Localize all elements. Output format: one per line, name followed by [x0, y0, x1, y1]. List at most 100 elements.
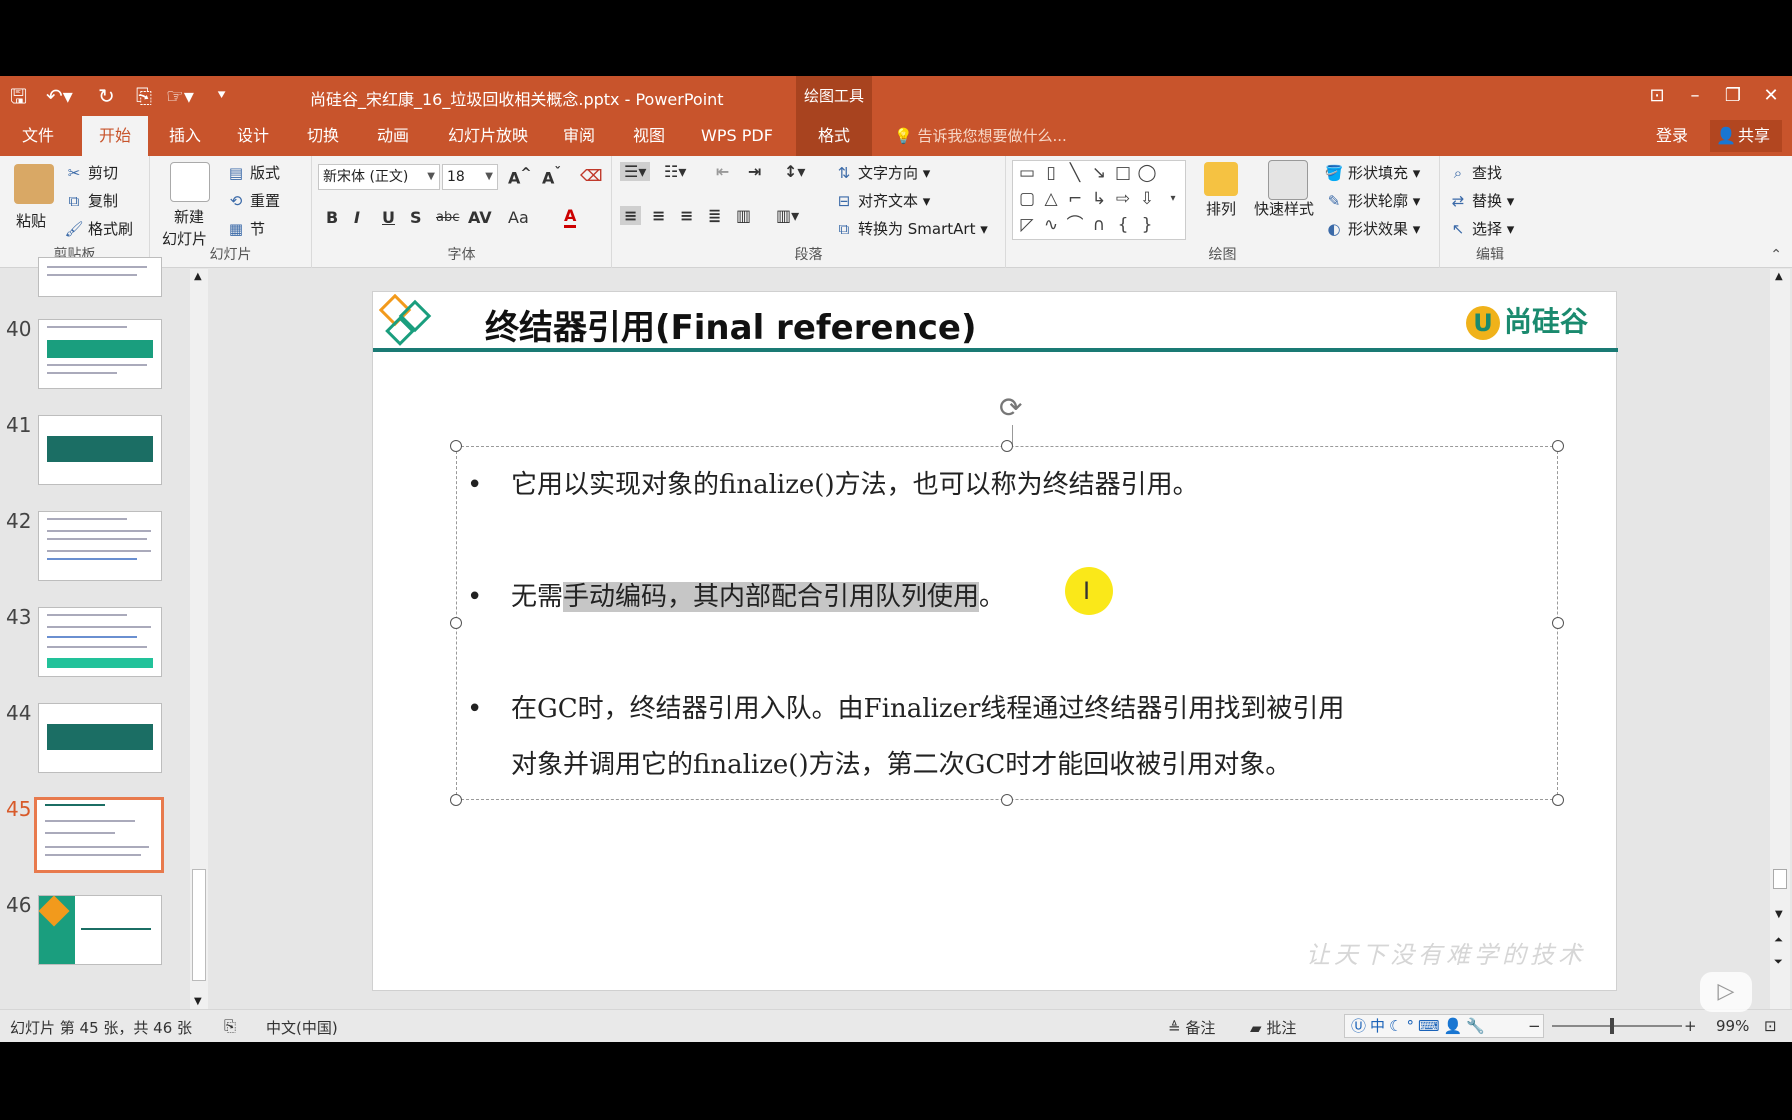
zoom-slider-thumb[interactable]: [1610, 1018, 1614, 1034]
char-spacing-button[interactable]: AV: [468, 208, 492, 227]
arrow-line-shape-icon[interactable]: ↘: [1089, 163, 1109, 183]
zoom-out-icon[interactable]: −: [1528, 1017, 1541, 1035]
touch-mode-icon[interactable]: ☞▾: [166, 82, 194, 110]
line-shape-icon[interactable]: ╲: [1065, 163, 1085, 183]
replace-button[interactable]: ⇄ 替换 ▾: [1448, 190, 1515, 211]
reset-button[interactable]: ⟲ 重置: [226, 190, 280, 211]
section-button[interactable]: ▦ 节: [226, 218, 265, 239]
select-button[interactable]: ↖ 选择 ▾: [1448, 218, 1515, 239]
ime-mode[interactable]: 中: [1370, 1017, 1389, 1035]
slide-thumbnail-46[interactable]: [38, 895, 162, 965]
resize-handle-ne[interactable]: [1552, 440, 1564, 452]
share-button[interactable]: 👤 共享: [1710, 120, 1782, 152]
down-arrow-shape-icon[interactable]: ⇩: [1137, 189, 1157, 209]
bullet-item-2[interactable]: • 无需手动编码，其内部配合引用队列使用。: [467, 569, 1527, 625]
selected-text-highlight[interactable]: 手动编码，其内部配合引用队列使用: [563, 582, 980, 612]
next-slide-icon[interactable]: ⏷: [1774, 955, 1783, 969]
bullet-text-3-line-2[interactable]: 对象并调用它的finalize()方法，第二次GC时才能回收被引用对象。: [511, 737, 1527, 793]
slide-title[interactable]: 终结器引用(Final reference): [485, 300, 977, 349]
shape-fill-button[interactable]: 🪣 形状填充 ▾: [1324, 162, 1421, 183]
resize-handle-e[interactable]: [1552, 617, 1564, 629]
presenter-icon[interactable]: ⎘: [136, 82, 152, 110]
bold-button[interactable]: B: [326, 208, 338, 227]
cut-button[interactable]: ✂ 剪切: [64, 162, 118, 183]
align-right-icon[interactable]: ≡: [680, 206, 693, 225]
thumbnail-scrollbar[interactable]: ▲ ▼: [190, 269, 208, 1009]
canvas-scrollbar[interactable]: ▲ ▼ ⏶ ⏷: [1770, 269, 1790, 1009]
italic-button[interactable]: I: [354, 208, 360, 227]
rotate-handle-icon[interactable]: ⟳: [999, 391, 1022, 424]
resize-handle-n[interactable]: [1001, 440, 1013, 452]
undo-icon[interactable]: ↶▾: [46, 82, 73, 110]
rectangle-shape-icon[interactable]: □: [1113, 163, 1133, 183]
ime-tray-icons[interactable]: ☾°⌨👤🔧: [1389, 1017, 1489, 1035]
comments-button[interactable]: ▰ 批注: [1250, 1017, 1296, 1038]
textbox-shape-icon[interactable]: ▭: [1017, 163, 1037, 183]
freeform-shape-icon[interactable]: ◸: [1017, 215, 1037, 235]
new-slide-label-1[interactable]: 新建: [174, 206, 204, 227]
tab-home[interactable]: 开始: [82, 116, 148, 156]
zoom-in-icon[interactable]: +: [1684, 1017, 1697, 1035]
vertical-textbox-shape-icon[interactable]: ▯: [1041, 163, 1061, 183]
bullet-item-1[interactable]: • 它用以实现对象的finalize()方法，也可以称为终结器引用。: [467, 457, 1527, 513]
close-button[interactable]: ✕: [1756, 82, 1786, 110]
scroll-down-icon[interactable]: ▼: [194, 996, 202, 1007]
scribble-shape-icon[interactable]: ∿: [1041, 215, 1061, 235]
bullet-item-3[interactable]: • 在GC时，终结器引用入队。由Finalizer线程通过终结器引用找到被引用 …: [467, 681, 1527, 793]
tab-review[interactable]: 审阅: [556, 116, 602, 156]
canvas-scroll-thumb[interactable]: [1773, 869, 1787, 889]
right-arrow-shape-icon[interactable]: ⇨: [1113, 189, 1133, 209]
find-button[interactable]: ⌕ 查找: [1448, 162, 1502, 183]
shape-outline-button[interactable]: ✎ 形状轮廓 ▾: [1324, 190, 1421, 211]
increase-indent-icon[interactable]: ⇥: [748, 162, 761, 181]
scroll-up-icon[interactable]: ▲: [194, 271, 202, 282]
tab-animations[interactable]: 动画: [368, 116, 418, 156]
save-icon[interactable]: 🖫: [10, 82, 27, 110]
video-play-overlay-icon[interactable]: ▷: [1700, 972, 1752, 1012]
ribbon-display-icon[interactable]: ⊡: [1642, 82, 1672, 110]
underline-button[interactable]: U: [382, 208, 395, 227]
zoom-level[interactable]: 99%: [1716, 1017, 1749, 1035]
clear-format-icon[interactable]: ⌫: [580, 166, 603, 185]
collapse-ribbon-icon[interactable]: ⌃: [1770, 247, 1782, 263]
oval-shape-icon[interactable]: ◯: [1137, 163, 1157, 183]
language-indicator[interactable]: 中文(中国): [266, 1017, 338, 1038]
right-brace-shape-icon[interactable]: }: [1137, 215, 1157, 235]
bullet-text-1[interactable]: 它用以实现对象的finalize()方法，也可以称为终结器引用。: [511, 457, 1527, 513]
paste-button[interactable]: 粘贴: [16, 210, 46, 231]
left-brace-shape-icon[interactable]: {: [1113, 215, 1133, 235]
text-direction-button[interactable]: ⇅ 文字方向 ▾: [834, 162, 931, 183]
minimize-button[interactable]: –: [1680, 82, 1710, 110]
font-color-button[interactable]: A: [564, 206, 577, 228]
slide-thumbnail-41[interactable]: [38, 415, 162, 485]
slide-thumbnail-45-selected[interactable]: [34, 797, 164, 873]
font-name-select[interactable]: 新宋体 (正文) ▼: [318, 164, 440, 190]
zoom-slider[interactable]: [1552, 1025, 1682, 1027]
slide-thumbnail-42[interactable]: [38, 511, 162, 581]
smartart-button[interactable]: ⧉ 转换为 SmartArt ▾: [834, 218, 988, 239]
notes-button[interactable]: ≜ 备注: [1168, 1017, 1215, 1038]
columns-icon[interactable]: ▥▾: [776, 206, 799, 225]
decrease-indent-icon[interactable]: ⇤: [716, 162, 729, 181]
resize-handle-sw[interactable]: [450, 794, 462, 806]
grow-font-icon[interactable]: A^: [508, 166, 532, 187]
shadow-button[interactable]: S: [410, 208, 422, 227]
elbow-arrow-icon[interactable]: ↳: [1089, 189, 1109, 209]
ime-toolbar[interactable]: Ⓤ中☾°⌨👤🔧: [1344, 1014, 1544, 1038]
slide-thumbnail-40[interactable]: [38, 319, 162, 389]
justify-icon[interactable]: ≣: [708, 206, 721, 225]
customize-toolbar-icon[interactable]: ⯆: [216, 82, 227, 110]
rounded-rect-shape-icon[interactable]: ▢: [1017, 189, 1037, 209]
thumbnail-scroll-thumb[interactable]: [192, 869, 206, 981]
change-case-button[interactable]: Aa: [508, 208, 529, 227]
shapes-gallery[interactable]: ▭ ▯ ╲ ↘ □ ◯ ▢ △ ⌐ ↳ ⇨ ⇩ ◸ ∿ ⌒ ∩ { } ▾: [1012, 160, 1186, 240]
tab-insert[interactable]: 插入: [160, 116, 210, 156]
tell-me-search[interactable]: 💡 告诉我您想要做什么...: [894, 116, 1067, 156]
shape-effects-button[interactable]: ◐ 形状效果 ▾: [1324, 218, 1420, 239]
copy-button[interactable]: ⧉ 复制: [64, 190, 118, 211]
align-left-icon[interactable]: ≡: [620, 206, 642, 225]
layout-button[interactable]: ▤ 版式: [226, 162, 280, 183]
quick-styles-button[interactable]: 快速样式: [1254, 198, 1314, 219]
line-spacing-icon[interactable]: ↕▾: [784, 162, 805, 181]
tab-slideshow[interactable]: 幻灯片放映: [440, 116, 536, 156]
